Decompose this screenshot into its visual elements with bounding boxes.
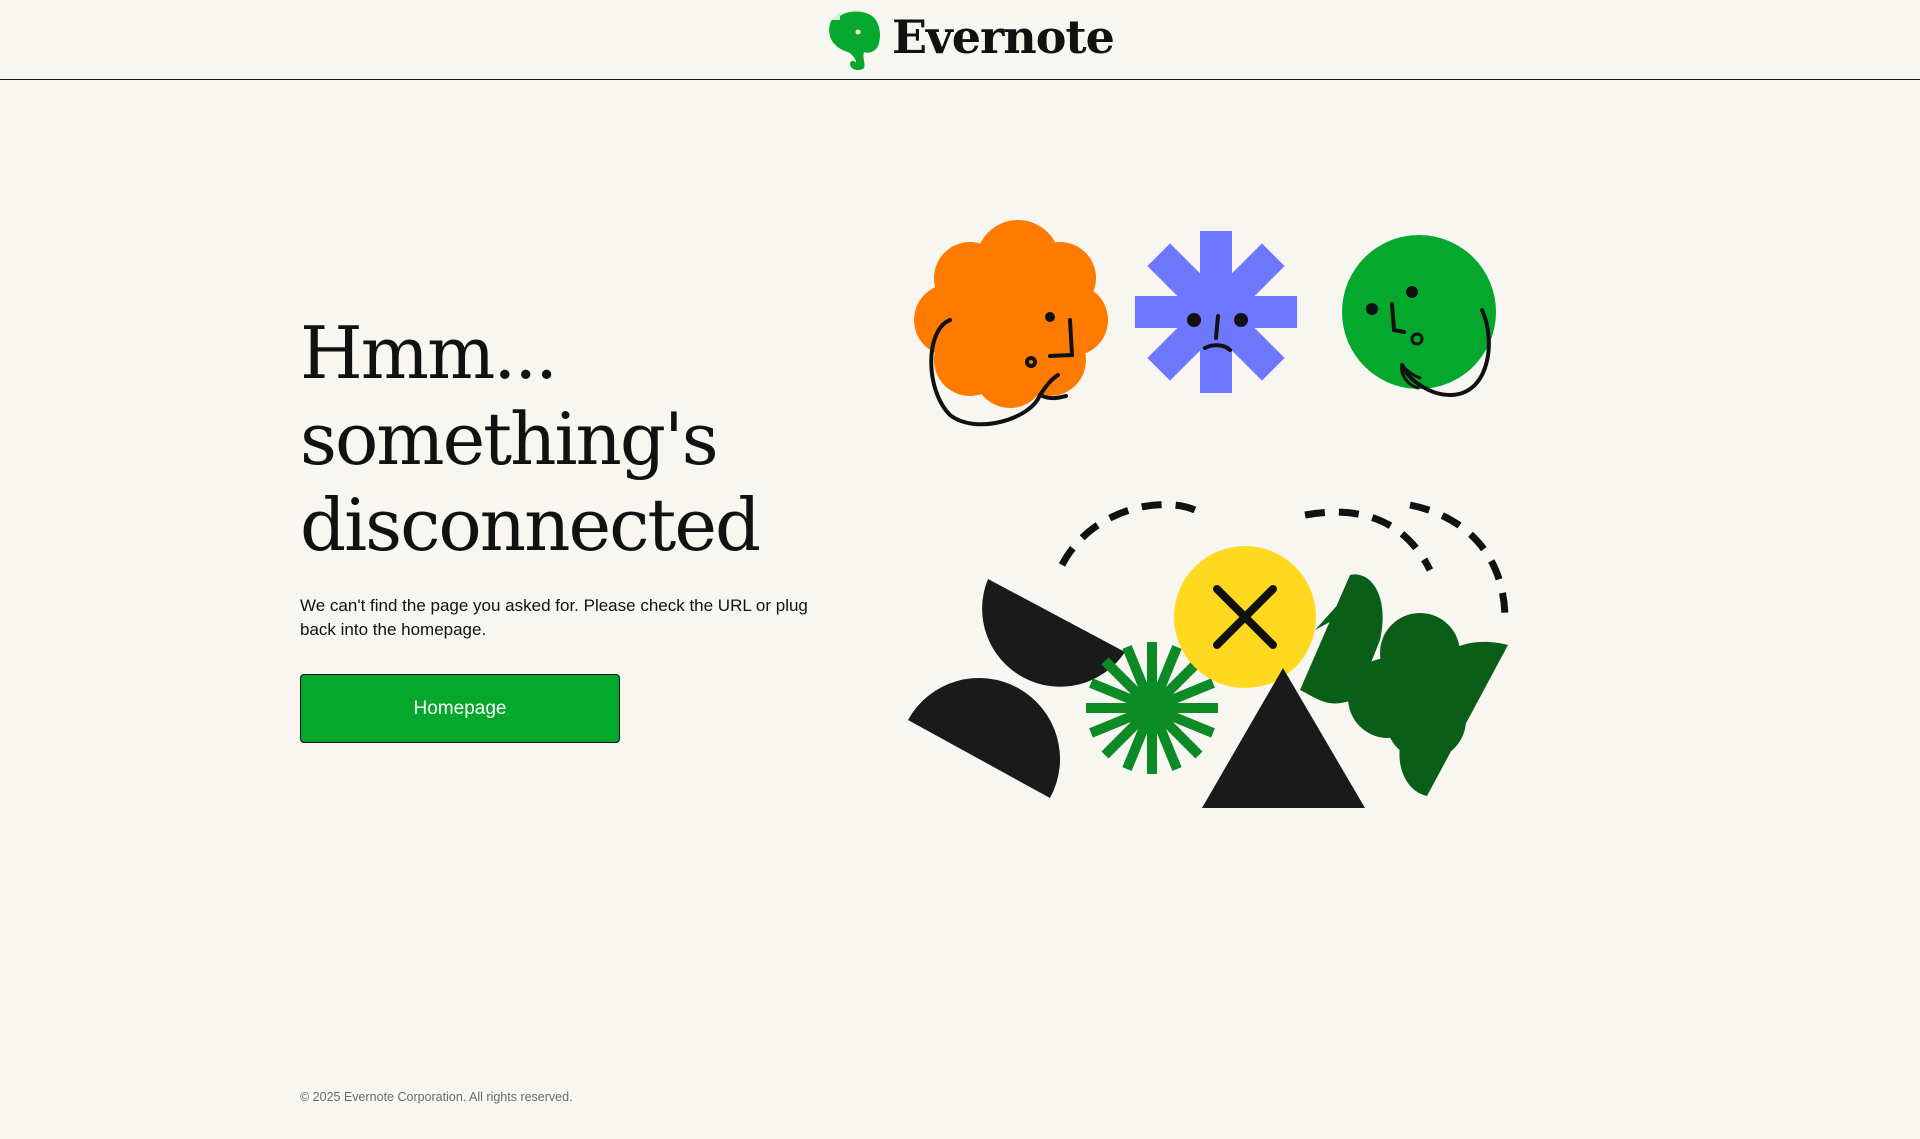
blue-asterisk-face xyxy=(1135,231,1297,393)
footer-copyright: © 2025 Evernote Corporation. All rights … xyxy=(300,1090,573,1104)
green-circle-face xyxy=(1342,235,1496,398)
homepage-button[interactable]: Homepage xyxy=(300,674,620,743)
title-line-1: Hmm... xyxy=(300,311,558,395)
error-description: We can't find the page you asked for. Pl… xyxy=(300,596,808,639)
brand-wordmark: Evernote xyxy=(892,10,1115,64)
site-header: Evernote xyxy=(0,0,1920,80)
disconnected-illustration xyxy=(908,220,1509,808)
black-half-circles xyxy=(908,579,1125,798)
page-title: Hmm... something's disconnected xyxy=(300,310,840,568)
yellow-x-circle xyxy=(1174,546,1316,688)
error-message-section: Hmm... something's disconnected We can't… xyxy=(300,310,840,743)
elephant-logo-icon xyxy=(829,11,880,70)
orange-cloud-face xyxy=(914,220,1108,427)
title-line-2: something's xyxy=(300,397,719,481)
evernote-logo-link[interactable]: Evernote xyxy=(828,10,1115,70)
title-line-3: disconnected xyxy=(300,483,761,567)
